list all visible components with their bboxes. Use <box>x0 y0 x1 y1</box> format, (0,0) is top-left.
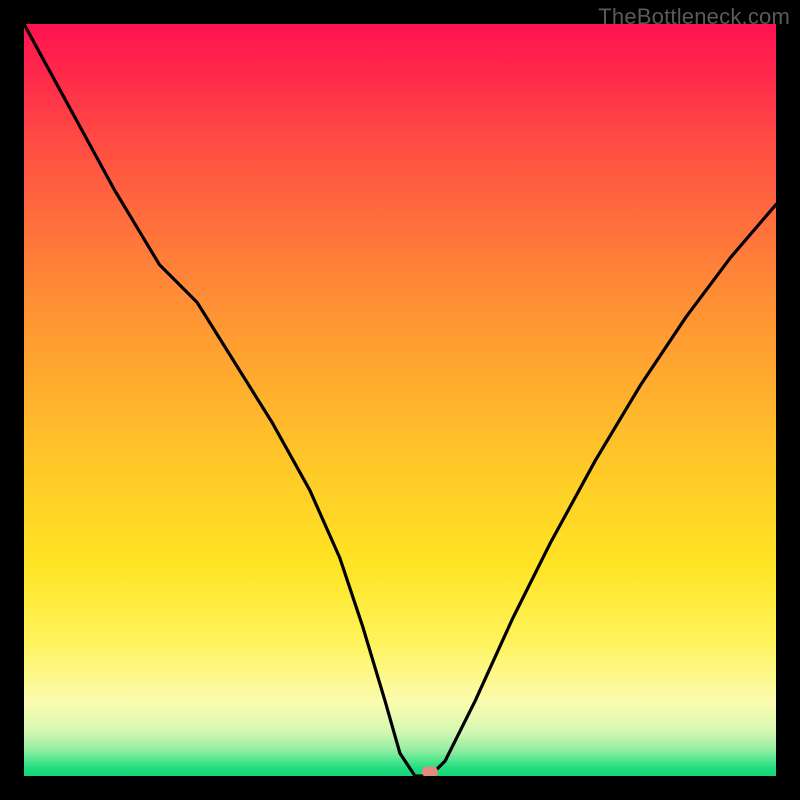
watermark-text: TheBottleneck.com <box>598 4 790 30</box>
optimal-point-marker <box>422 767 438 776</box>
bottleneck-curve <box>24 24 776 776</box>
curve-path <box>24 24 776 776</box>
chart-frame: TheBottleneck.com <box>0 0 800 800</box>
plot-area <box>24 24 776 776</box>
